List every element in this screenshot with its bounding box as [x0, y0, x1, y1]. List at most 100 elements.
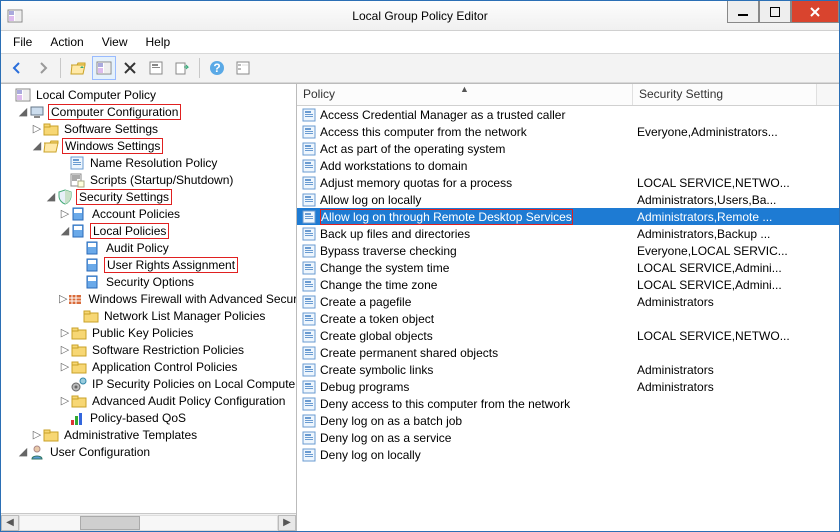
policy-row[interactable]: Access Credential Manager as a trusted c… [297, 106, 839, 123]
policy-row[interactable]: Back up files and directoriesAdministrat… [297, 225, 839, 242]
chevron-right-icon[interactable]: ▷ [31, 122, 43, 135]
shield-icon [57, 189, 73, 205]
policy-row[interactable]: Add workstations to domain [297, 157, 839, 174]
tree-public-key[interactable]: ▷ Public Key Policies [1, 324, 296, 341]
tree-software-restriction[interactable]: ▷ Software Restriction Policies [1, 341, 296, 358]
chevron-right-icon[interactable]: ▷ [59, 360, 71, 373]
menu-view[interactable]: View [94, 33, 136, 51]
tree-account-policies[interactable]: ▷Account Policies [1, 205, 296, 222]
scroll-left-button[interactable]: ◀ [1, 515, 19, 531]
tree-local-policies[interactable]: ◢Local Policies [1, 222, 296, 239]
show-hide-tree-button[interactable] [92, 56, 116, 80]
svg-text:?: ? [213, 61, 220, 75]
tree-windows-settings[interactable]: ◢ Windows Settings [1, 137, 296, 154]
tree-scripts[interactable]: Scripts (Startup/Shutdown) [1, 171, 296, 188]
policy-row[interactable]: Create global objectsLOCAL SERVICE,NETWO… [297, 327, 839, 344]
tree-label: Windows Settings [62, 138, 163, 154]
horizontal-scrollbar[interactable]: ◀ ▶ [1, 513, 296, 531]
tree-label: Application Control Policies [90, 360, 239, 374]
menu-file[interactable]: File [5, 33, 40, 51]
filter-button[interactable] [231, 56, 255, 80]
column-security[interactable]: Security Setting [633, 84, 817, 105]
chevron-right-icon[interactable]: ▷ [59, 343, 71, 356]
folder-icon [71, 393, 87, 409]
maximize-button[interactable] [759, 1, 791, 23]
tree-application-control[interactable]: ▷ Application Control Policies [1, 358, 296, 375]
policy-row[interactable]: Create a pagefileAdministrators [297, 293, 839, 310]
policy-icon [301, 243, 317, 259]
tree-label: Windows Firewall with Advanced Security [86, 292, 296, 306]
chevron-right-icon[interactable]: ▷ [59, 207, 71, 220]
policy-icon [301, 124, 317, 140]
tree-label: Software Restriction Policies [90, 343, 246, 357]
policy-row[interactable]: Debug programsAdministrators [297, 378, 839, 395]
tree-advanced-audit[interactable]: ▷Advanced Audit Policy Configuration [1, 392, 296, 409]
chevron-down-icon[interactable]: ◢ [31, 139, 43, 152]
policy-row[interactable]: Act as part of the operating system [297, 140, 839, 157]
column-policy[interactable]: Policy▲ [297, 84, 633, 105]
policy-row[interactable]: Deny access to this computer from the ne… [297, 395, 839, 412]
up-button[interactable] [66, 56, 90, 80]
policy-list[interactable]: Access Credential Manager as a trusted c… [297, 106, 839, 531]
chevron-right-icon[interactable]: ▷ [59, 326, 71, 339]
policy-row[interactable]: Adjust memory quotas for a processLOCAL … [297, 174, 839, 191]
policy-name: Debug programs [320, 380, 409, 394]
back-button[interactable] [5, 56, 29, 80]
policy-row[interactable]: Create permanent shared objects [297, 344, 839, 361]
policy-row[interactable]: Create symbolic linksAdministrators [297, 361, 839, 378]
tree-computer-config[interactable]: ◢Computer Configuration [1, 103, 296, 120]
tree-name-resolution[interactable]: Name Resolution Policy [1, 154, 296, 171]
tree-windows-firewall[interactable]: ▷ Windows Firewall with Advanced Security [1, 290, 296, 307]
policy-row[interactable]: Bypass traverse checkingEveryone,LOCAL S… [297, 242, 839, 259]
tree-user-config[interactable]: ◢User Configuration [1, 443, 296, 460]
content: Local Computer Policy ◢Computer Configur… [1, 83, 839, 531]
scroll-thumb[interactable] [80, 516, 140, 530]
scroll-right-button[interactable]: ▶ [278, 515, 296, 531]
policy-row[interactable]: Allow log on locallyAdministrators,Users… [297, 191, 839, 208]
chevron-down-icon[interactable]: ◢ [17, 105, 29, 118]
policy-name: Back up files and directories [320, 227, 470, 241]
tree-view[interactable]: Local Computer Policy ◢Computer Configur… [1, 84, 296, 513]
policy-row[interactable]: Access this computer from the networkEve… [297, 123, 839, 140]
tree-security-options[interactable]: Security Options [1, 273, 296, 290]
properties-button[interactable] [144, 56, 168, 80]
policy-row[interactable]: Deny log on as a service [297, 429, 839, 446]
close-button[interactable] [791, 1, 839, 23]
tree-admin-templates[interactable]: ▷Administrative Templates [1, 426, 296, 443]
policy-row[interactable]: Deny log on as a batch job [297, 412, 839, 429]
tree-network-list[interactable]: Network List Manager Policies [1, 307, 296, 324]
minimize-button[interactable] [727, 1, 759, 23]
tree-policy-qos[interactable]: Policy-based QoS [1, 409, 296, 426]
folder-icon [43, 121, 59, 137]
chevron-down-icon[interactable]: ◢ [59, 224, 71, 237]
menu-help[interactable]: Help [138, 33, 179, 51]
tree-security-settings[interactable]: ◢Security Settings [1, 188, 296, 205]
policy-setting: LOCAL SERVICE,Admini... [633, 261, 839, 275]
policy-icon [301, 311, 317, 327]
chevron-right-icon[interactable]: ▷ [31, 428, 43, 441]
delete-button[interactable] [118, 56, 142, 80]
scroll-track[interactable] [19, 515, 278, 531]
chevron-right-icon[interactable]: ▷ [59, 292, 67, 305]
forward-button[interactable] [31, 56, 55, 80]
policy-row[interactable]: Allow log on through Remote Desktop Serv… [297, 208, 839, 225]
tree-software-settings[interactable]: ▷Software Settings [1, 120, 296, 137]
tree-audit-policy[interactable]: Audit Policy [1, 239, 296, 256]
chevron-down-icon[interactable]: ◢ [45, 190, 57, 203]
policy-row[interactable]: Change the system timeLOCAL SERVICE,Admi… [297, 259, 839, 276]
menu-action[interactable]: Action [42, 33, 91, 51]
chevron-right-icon[interactable]: ▷ [59, 394, 71, 407]
policy-row[interactable]: Create a token object [297, 310, 839, 327]
tree-label: Public Key Policies [90, 326, 195, 340]
tree-root[interactable]: Local Computer Policy [1, 86, 296, 103]
policy-row[interactable]: Change the time zoneLOCAL SERVICE,Admini… [297, 276, 839, 293]
tree-ip-security[interactable]: IP Security Policies on Local Computer [1, 375, 296, 392]
chevron-down-icon[interactable]: ◢ [17, 445, 29, 458]
policy-name: Deny log on locally [320, 448, 421, 462]
export-button[interactable] [170, 56, 194, 80]
policy-name: Deny access to this computer from the ne… [320, 397, 570, 411]
tree-user-rights[interactable]: User Rights Assignment [1, 256, 296, 273]
policy-row[interactable]: Deny log on locally [297, 446, 839, 463]
toolbar-separator [60, 58, 61, 78]
help-button[interactable]: ? [205, 56, 229, 80]
